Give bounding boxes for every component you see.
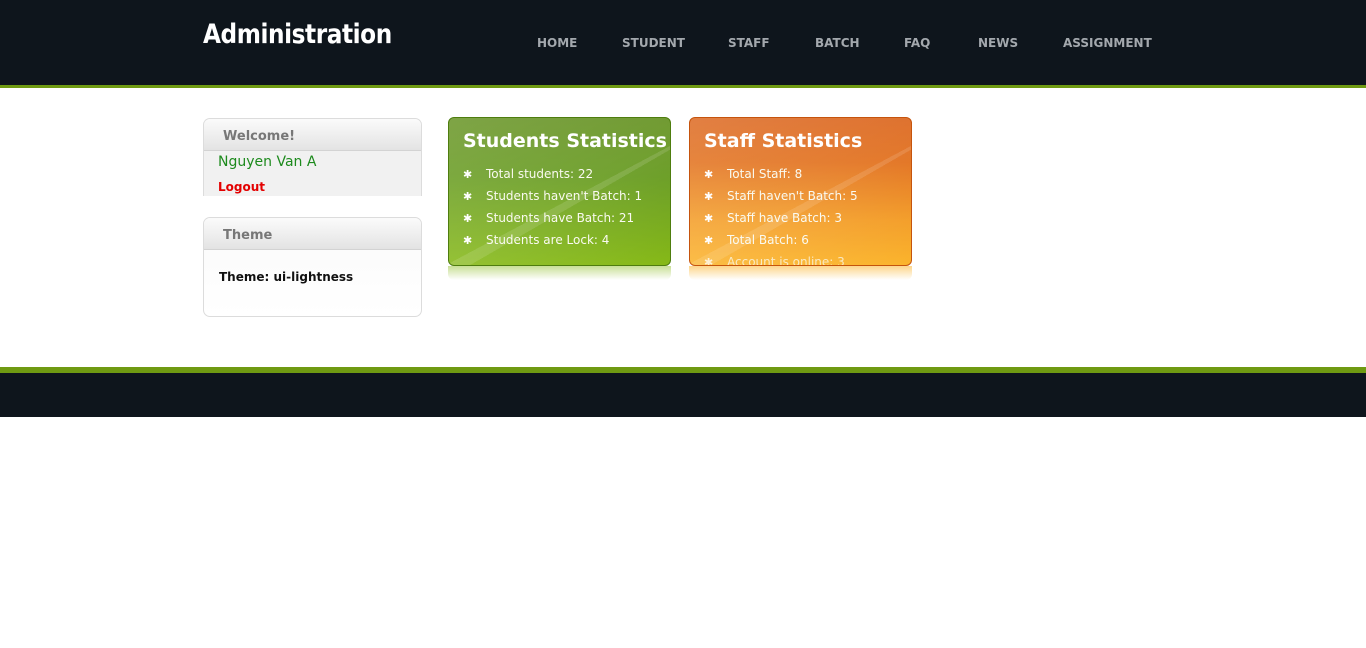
stat-text: Staff have Batch: 3 (727, 211, 843, 225)
staff-statistics-panel: Staff Statistics ✱ Total Staff: 8 ✱ Staff … (689, 117, 912, 266)
gear-bullet-icon: ✱ (704, 167, 714, 181)
site-footer (0, 373, 1366, 417)
list-item: ✱ Total Staff: 8 (704, 163, 858, 185)
stat-text: Students are Lock: 4 (486, 233, 610, 247)
stat-text: Total Batch: 6 (727, 233, 809, 247)
gear-bullet-icon: ✱ (704, 233, 714, 247)
stat-text: Total students: 22 (486, 167, 594, 181)
gear-bullet-icon: ✱ (463, 167, 473, 181)
students-panel-reflection (448, 266, 671, 280)
nav-staff[interactable]: STAFF (728, 36, 770, 50)
user-name: Nguyen Van A (218, 154, 317, 170)
nav-home[interactable]: HOME (537, 36, 577, 50)
gear-bullet-icon: ✱ (463, 211, 473, 225)
logout-link[interactable]: Logout (218, 180, 265, 194)
gear-bullet-icon: ✱ (704, 255, 714, 266)
students-statistics-panel: Students Statistics ✱ Total students: 22 … (448, 117, 671, 266)
welcome-heading: Welcome! (204, 119, 421, 151)
list-item: ✱ Students are Lock: 4 (463, 229, 642, 251)
students-statistics-list: ✱ Total students: 22 ✱ Students haven't Ba… (463, 163, 642, 251)
stat-text: Staff haven't Batch: 5 (727, 189, 858, 203)
gear-bullet-icon: ✱ (704, 211, 714, 225)
list-item: ✱ Students have Batch: 21 (463, 207, 642, 229)
nav-batch[interactable]: BATCH (815, 36, 860, 50)
list-item: ✱ Students haven't Batch: 1 (463, 185, 642, 207)
theme-heading: Theme (204, 218, 421, 250)
theme-panel: Theme Theme: ui-lightness (203, 217, 422, 317)
stat-text: Total Staff: 8 (727, 167, 803, 181)
staff-panel-reflection (689, 266, 912, 280)
stat-text: Account is online: 3 (727, 255, 845, 266)
list-item: ✱ Staff have Batch: 3 (704, 207, 858, 229)
stat-text: Students have Batch: 21 (486, 211, 635, 225)
students-statistics-title: Students Statistics (463, 130, 667, 152)
main-nav: HOME STUDENT STAFF BATCH FAQ NEWS ASSIGN… (0, 36, 1366, 52)
site-header: Administration HOME STUDENT STAFF BATCH … (0, 0, 1366, 85)
list-item: ✱ Staff haven't Batch: 5 (704, 185, 858, 207)
gear-bullet-icon: ✱ (463, 189, 473, 203)
list-item: ✱ Total Batch: 6 (704, 229, 858, 251)
header-divider (0, 85, 1366, 88)
nav-student[interactable]: STUDENT (622, 36, 685, 50)
theme-value: Theme: ui-lightness (219, 270, 354, 284)
staff-statistics-list: ✱ Total Staff: 8 ✱ Staff haven't Batch: 5 … (704, 163, 858, 266)
welcome-panel: Welcome! Nguyen Van A Logout (203, 118, 422, 196)
staff-statistics-title: Staff Statistics (704, 130, 863, 152)
list-item: ✱ Total students: 22 (463, 163, 642, 185)
gear-bullet-icon: ✱ (463, 233, 473, 247)
list-item: ✱ Account is online: 3 (704, 251, 858, 266)
stat-text: Students haven't Batch: 1 (486, 189, 643, 203)
gear-bullet-icon: ✱ (704, 189, 714, 203)
nav-faq[interactable]: FAQ (904, 36, 930, 50)
nav-assignment[interactable]: ASSIGNMENT (1063, 36, 1152, 50)
nav-news[interactable]: NEWS (978, 36, 1018, 50)
